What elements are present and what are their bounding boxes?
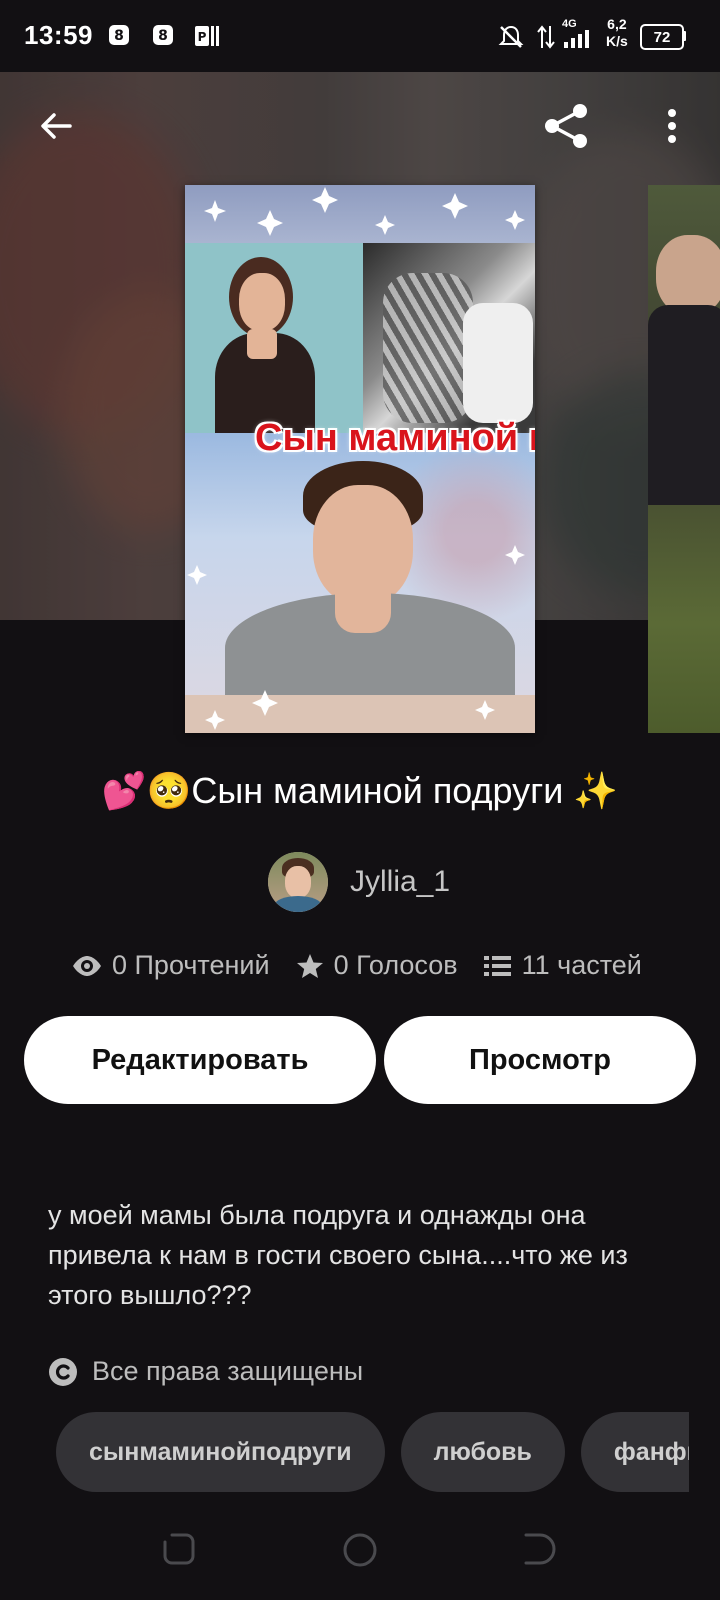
notification-icon: 8	[109, 25, 129, 45]
reads-count: 0 Прочтений	[112, 950, 270, 980]
network-speed-value: 6,2	[607, 16, 627, 32]
votes-count: 0 Голосов	[333, 950, 458, 980]
share-button[interactable]	[538, 98, 594, 154]
signal-icon	[564, 30, 589, 48]
system-navigation-bar	[0, 1510, 720, 1600]
svg-text:8: 8	[158, 28, 168, 44]
battery-tip	[683, 31, 686, 41]
copyright-icon	[49, 1357, 77, 1386]
author-name[interactable]: Jyllia_1	[350, 865, 450, 899]
mute-bell-icon	[498, 25, 524, 48]
tag-chip[interactable]: сынмаминойподруги	[56, 1412, 385, 1492]
back-button[interactable]	[28, 98, 84, 154]
share-icon	[545, 104, 587, 148]
author-avatar[interactable]	[268, 852, 328, 912]
sparkle-decoration-icon	[187, 187, 525, 730]
data-transfer-icon	[537, 25, 555, 49]
more-vertical-icon	[668, 109, 676, 143]
tag-chip[interactable]: любовь	[400, 1412, 565, 1492]
preview-button[interactable]: Просмотр	[384, 1016, 696, 1104]
cover-title: Сын маминой подруги	[255, 417, 535, 459]
next-story-cover[interactable]	[648, 185, 720, 733]
network-type: 4G	[562, 18, 577, 30]
eye-icon	[73, 955, 101, 976]
battery-level: 72	[653, 28, 671, 46]
back-nav-icon[interactable]	[522, 1532, 556, 1566]
network-speed-unit: K/s	[606, 33, 628, 49]
story-stats: 0 Прочтений 0 Голосов 11 частей	[72, 950, 668, 981]
cover-title-text: Сын маминой подруги	[245, 417, 535, 459]
tag-chip[interactable]: фанфик	[580, 1412, 689, 1492]
star-icon	[296, 953, 323, 978]
list-icon	[483, 955, 511, 976]
recent-apps-icon[interactable]	[162, 1532, 196, 1566]
story-cover[interactable]: Сын маминой подруги	[185, 185, 535, 733]
parts-stat: 11 частей	[483, 950, 642, 981]
app-notification-icon: P	[195, 26, 219, 46]
battery-icon: 72	[640, 24, 684, 50]
svg-text:P: P	[198, 30, 207, 44]
network-speed: 6,2 K/s	[606, 16, 628, 50]
notification-icon: 8	[153, 25, 173, 45]
story-title: 💕🥺Сын маминой подруги ✨	[101, 770, 619, 811]
arrow-left-icon	[41, 113, 72, 139]
parts-count: 11 частей	[521, 950, 642, 980]
svg-text:8: 8	[114, 28, 124, 44]
tags-list: сынмаминойподругилюбовьфанфик	[56, 1412, 689, 1492]
copyright-text: Все права защищены	[92, 1356, 364, 1386]
reads-stat: 0 Прочтений	[72, 950, 270, 981]
copyright-notice: Все права защищены	[48, 1356, 363, 1387]
home-icon[interactable]	[342, 1532, 378, 1568]
more-options-button[interactable]	[644, 98, 700, 154]
story-description: у моей мамы была подруга и однажды она п…	[48, 1200, 628, 1310]
edit-button[interactable]: Редактировать	[24, 1016, 376, 1104]
votes-stat: 0 Голосов	[296, 950, 458, 981]
author-link[interactable]: Jyllia_1	[268, 852, 450, 912]
status-bar: 13:59 8 8 P 4G 6,2 K/s 72	[0, 0, 720, 72]
status-time: 13:59	[24, 20, 93, 50]
